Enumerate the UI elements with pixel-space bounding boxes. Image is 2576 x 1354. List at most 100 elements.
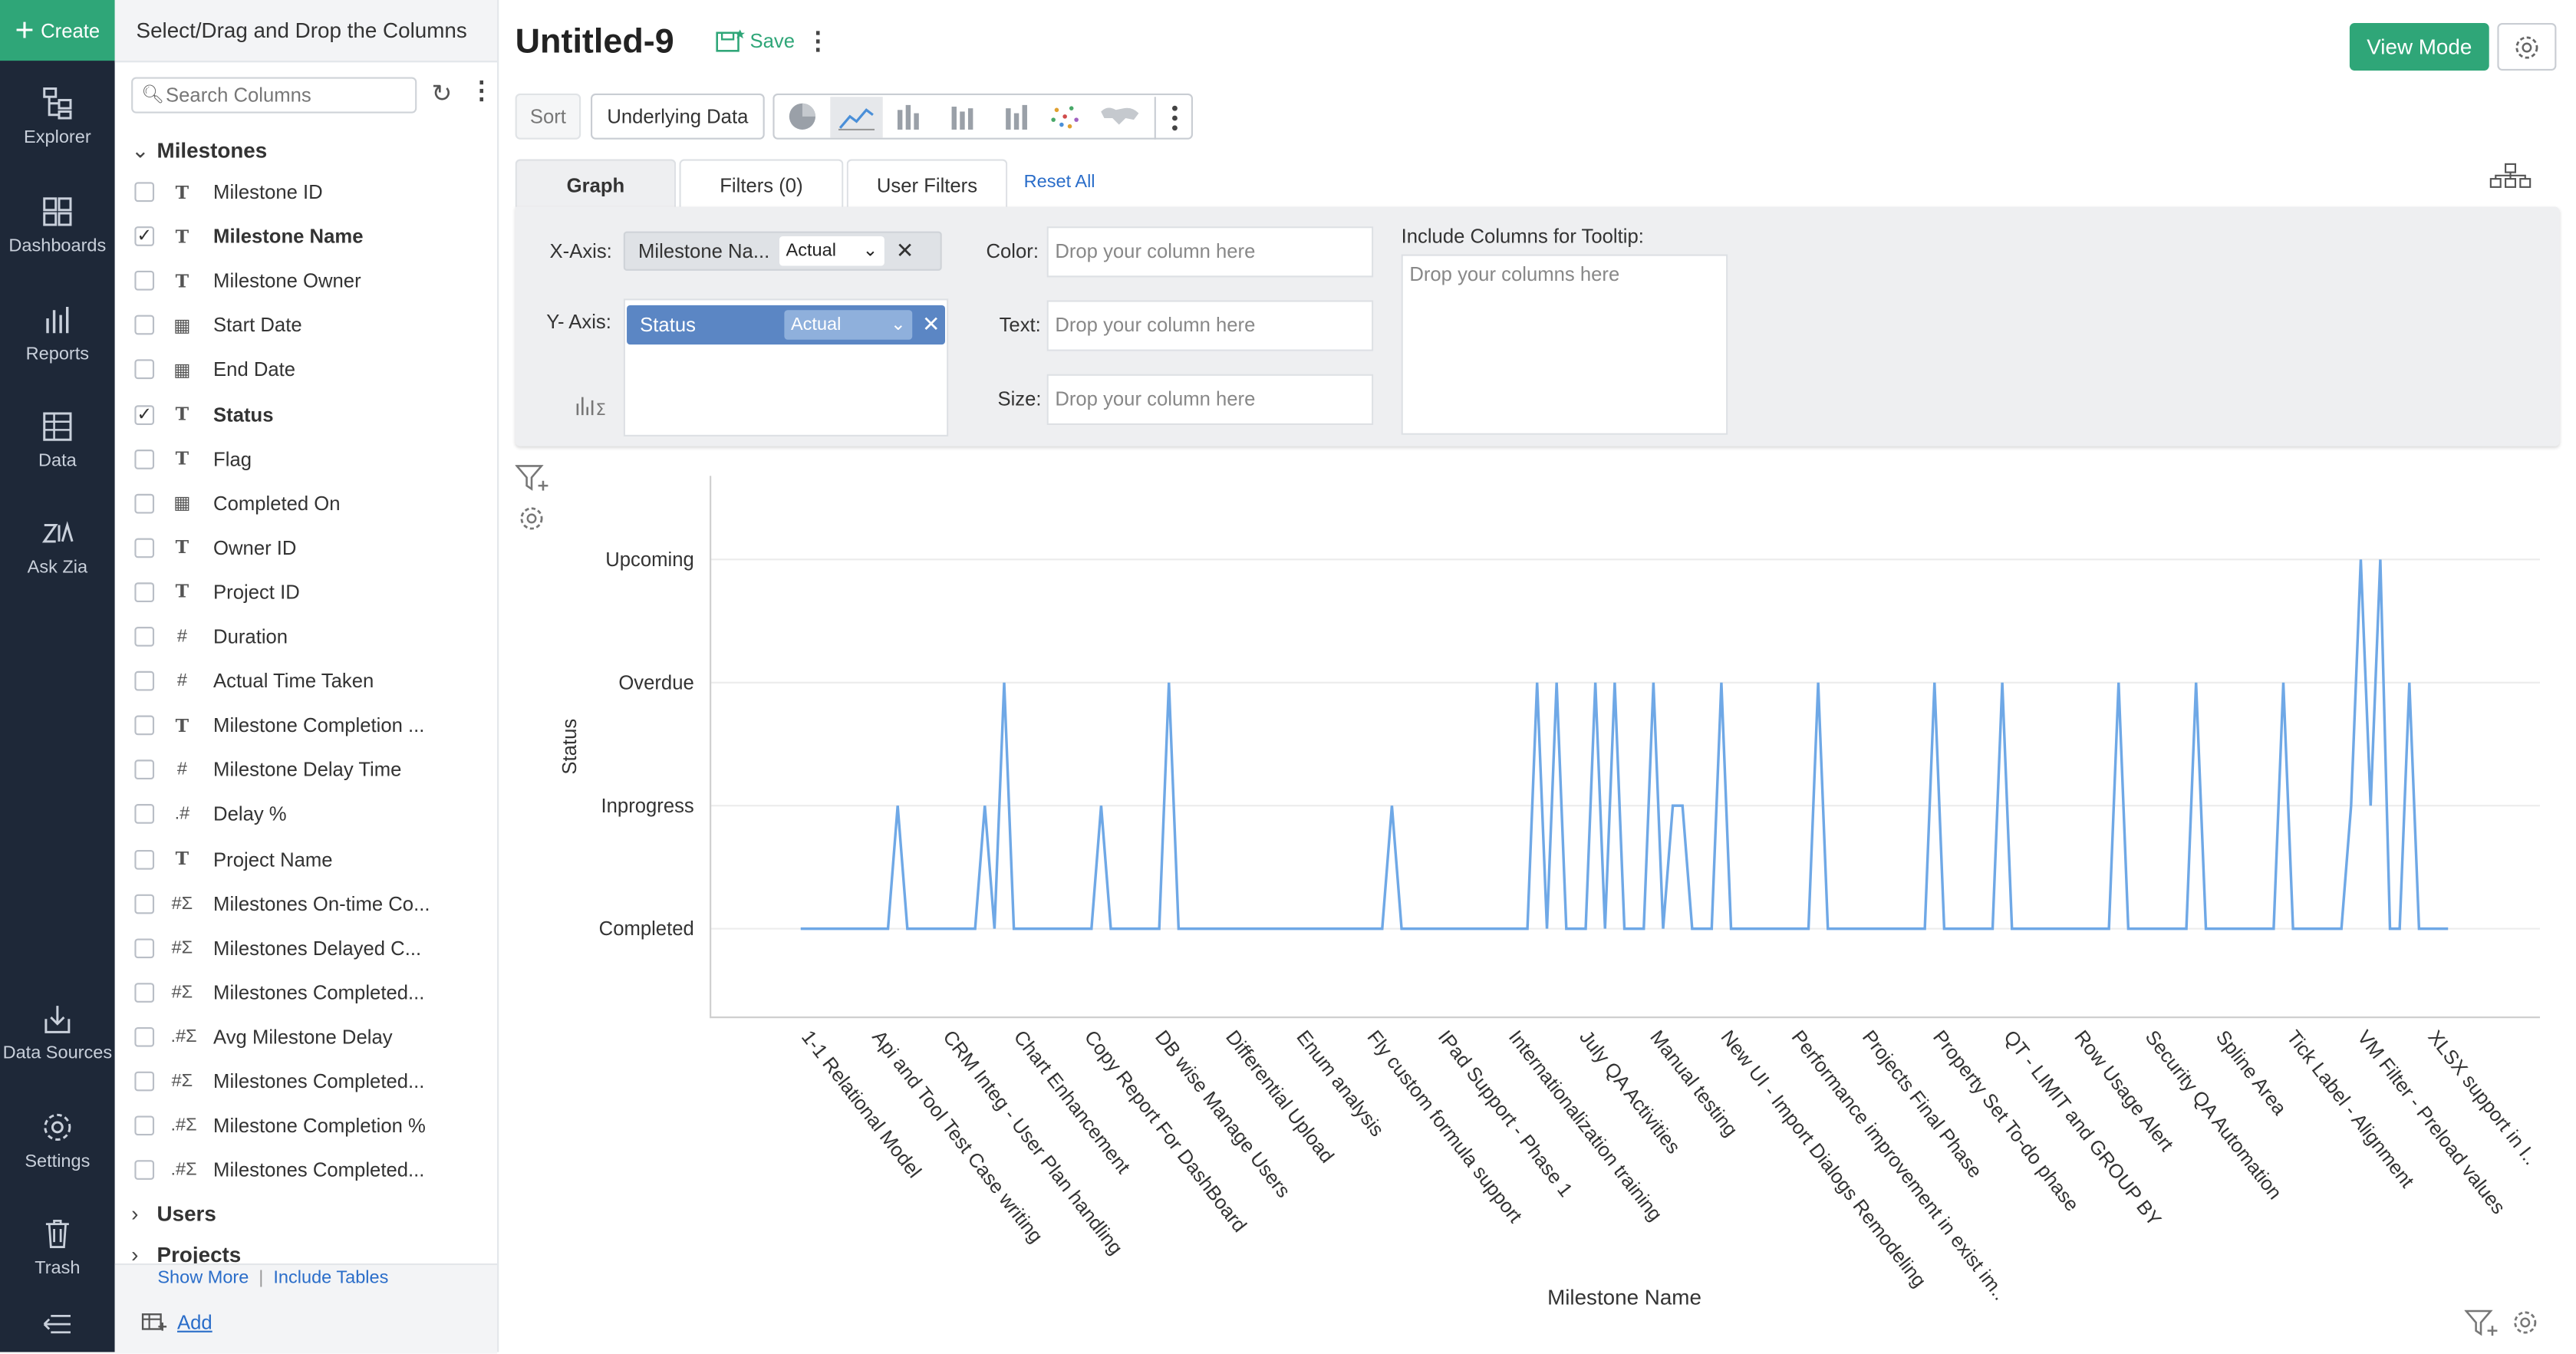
column-checkbox[interactable]	[134, 804, 155, 825]
x-tick-label: VM Filter - Preload values	[2353, 1026, 2509, 1218]
stacked-bar-icon[interactable]	[951, 107, 973, 130]
column-item[interactable]: .#Σ Milestones Completed...	[134, 1154, 487, 1187]
column-checkbox[interactable]	[134, 271, 155, 291]
settings-button[interactable]	[2497, 22, 2557, 71]
chart-more-icon[interactable]	[1172, 105, 1178, 131]
report-title[interactable]: Untitled-9	[516, 23, 674, 62]
pie-chart-icon[interactable]	[789, 103, 816, 130]
y-axis-remove-icon[interactable]: ✕	[922, 311, 940, 338]
column-item[interactable]: T Project Name	[134, 842, 487, 875]
column-checkbox[interactable]	[134, 1026, 155, 1047]
column-item[interactable]: ✓ T Milestone Name	[134, 220, 487, 253]
column-checkbox[interactable]	[134, 627, 155, 647]
calendar-icon: ▦	[173, 316, 191, 337]
column-checkbox[interactable]	[134, 893, 155, 914]
column-checkbox[interactable]	[134, 1115, 155, 1136]
column-checkbox[interactable]	[134, 1071, 155, 1092]
nav-settings[interactable]: Settings	[0, 1109, 115, 1201]
view-mode-button[interactable]: View Mode	[2349, 22, 2489, 71]
column-item[interactable]: #Σ Milestones On-time Co...	[134, 887, 487, 920]
add-link[interactable]: Add	[177, 1311, 212, 1334]
column-item[interactable]: T Owner ID	[134, 532, 487, 565]
column-item[interactable]: # Actual Time Taken	[134, 664, 487, 697]
column-item[interactable]: T Milestone ID	[134, 176, 487, 209]
title-more-icon[interactable]: ⋮	[805, 26, 830, 55]
nav-explorer[interactable]: Explorer	[0, 85, 115, 177]
column-item[interactable]: .#Σ Avg Milestone Delay	[134, 1020, 487, 1053]
x-axis-remove-icon[interactable]: ✕	[896, 238, 914, 264]
bottom-filter-icon[interactable]	[2463, 1308, 2501, 1346]
map-chart-icon[interactable]	[1101, 107, 1139, 125]
column-checkbox[interactable]	[134, 671, 155, 691]
search-input[interactable]: 🔍︎ Search Columns	[131, 77, 417, 114]
group-users[interactable]: › Users	[131, 1201, 216, 1226]
column-checkbox[interactable]	[134, 848, 155, 869]
create-button[interactable]: + Create	[0, 0, 115, 61]
refresh-icon[interactable]: ↻	[432, 79, 453, 108]
underlying-data-button[interactable]: Underlying Data	[591, 93, 765, 140]
add-table[interactable]: Add	[141, 1311, 212, 1334]
x-axis-pill[interactable]: Milestone Na... Actual ⌄ ✕	[623, 231, 942, 271]
column-checkbox[interactable]	[134, 360, 155, 380]
collapse-nav-icon[interactable]	[41, 1313, 74, 1344]
tab-graph[interactable]: Graph	[515, 159, 677, 209]
panel-more-icon[interactable]: ⋮	[469, 75, 494, 105]
nav-dashboards[interactable]: Dashboards	[0, 193, 115, 285]
bar-chart-icon[interactable]	[897, 104, 919, 130]
hierarchy-icon[interactable]	[2489, 163, 2532, 197]
grouped-bar-icon[interactable]	[1006, 104, 1027, 130]
nav-data[interactable]: Data	[0, 409, 115, 501]
column-item[interactable]: .#Σ Milestone Completion %	[134, 1109, 487, 1142]
column-item[interactable]: ▦ Start Date	[134, 309, 487, 342]
aggregate-chart-icon[interactable]: Σ	[575, 390, 611, 425]
nav-data-sources[interactable]: Data Sources	[0, 1001, 115, 1093]
column-item[interactable]: # Milestone Delay Time	[134, 753, 487, 786]
reset-all-link[interactable]: Reset All	[1024, 173, 1095, 193]
series-line[interactable]	[800, 559, 2449, 931]
column-checkbox[interactable]	[134, 315, 155, 335]
column-item[interactable]: #Σ Milestones Completed...	[134, 976, 487, 1009]
column-item[interactable]: # Duration	[134, 621, 487, 654]
size-dropzone[interactable]: Drop your column here	[1046, 374, 1374, 425]
column-checkbox[interactable]	[134, 493, 155, 513]
bottom-gear-icon[interactable]	[2511, 1308, 2541, 1346]
include-tables-link[interactable]: Include Tables	[273, 1268, 388, 1288]
column-item[interactable]: T Flag	[134, 443, 487, 476]
column-checkbox[interactable]	[134, 982, 155, 1003]
column-checkbox[interactable]	[134, 937, 155, 958]
nav-reports[interactable]: Reports	[0, 302, 115, 394]
tooltip-dropzone[interactable]: Drop your columns here	[1401, 254, 1728, 435]
text-dropzone[interactable]: Drop your column here	[1046, 300, 1374, 351]
column-checkbox[interactable]	[134, 538, 155, 558]
y-axis-agg-select[interactable]: Actual ⌄	[784, 310, 913, 340]
column-checkbox[interactable]	[134, 1160, 155, 1181]
y-axis-pill[interactable]: Status Actual ⌄ ✕	[627, 305, 946, 345]
column-item[interactable]: #Σ Milestones Completed...	[134, 1065, 487, 1098]
column-checkbox[interactable]: ✓	[134, 404, 155, 424]
column-checkbox[interactable]	[134, 759, 155, 780]
column-checkbox[interactable]	[134, 715, 155, 736]
group-milestones[interactable]: ⌄ Milestones	[131, 138, 267, 164]
column-item[interactable]: ▦ Completed On	[134, 487, 487, 520]
nav-trash[interactable]: Trash	[0, 1216, 115, 1308]
x-axis-agg-select[interactable]: Actual ⌄	[779, 236, 884, 266]
column-item[interactable]: T Project ID	[134, 576, 487, 609]
column-item[interactable]: T Milestone Owner	[134, 265, 487, 298]
nav-ask-zia[interactable]: Ask Zia	[0, 516, 115, 608]
column-checkbox[interactable]	[134, 449, 155, 469]
column-checkbox[interactable]	[134, 182, 155, 203]
color-dropzone[interactable]: Drop your column here	[1046, 226, 1374, 278]
tab-user-filters[interactable]: User Filters	[846, 159, 1008, 209]
sort-button[interactable]: Sort	[515, 93, 581, 140]
save-button[interactable]: Save	[716, 28, 795, 54]
scatter-chart-icon[interactable]	[1051, 106, 1079, 129]
column-item[interactable]: #Σ Milestones Delayed C...	[134, 931, 487, 964]
column-checkbox[interactable]	[134, 582, 155, 602]
column-item[interactable]: ▦ End Date	[134, 354, 487, 387]
show-more-link[interactable]: Show More	[157, 1268, 249, 1288]
column-item[interactable]: .# Delay %	[134, 798, 487, 831]
tab-filters[interactable]: Filters (0)	[679, 159, 844, 209]
column-checkbox[interactable]: ✓	[134, 226, 155, 247]
column-item[interactable]: T Milestone Completion ...	[134, 709, 487, 742]
column-item[interactable]: ✓ T Status	[134, 398, 487, 431]
